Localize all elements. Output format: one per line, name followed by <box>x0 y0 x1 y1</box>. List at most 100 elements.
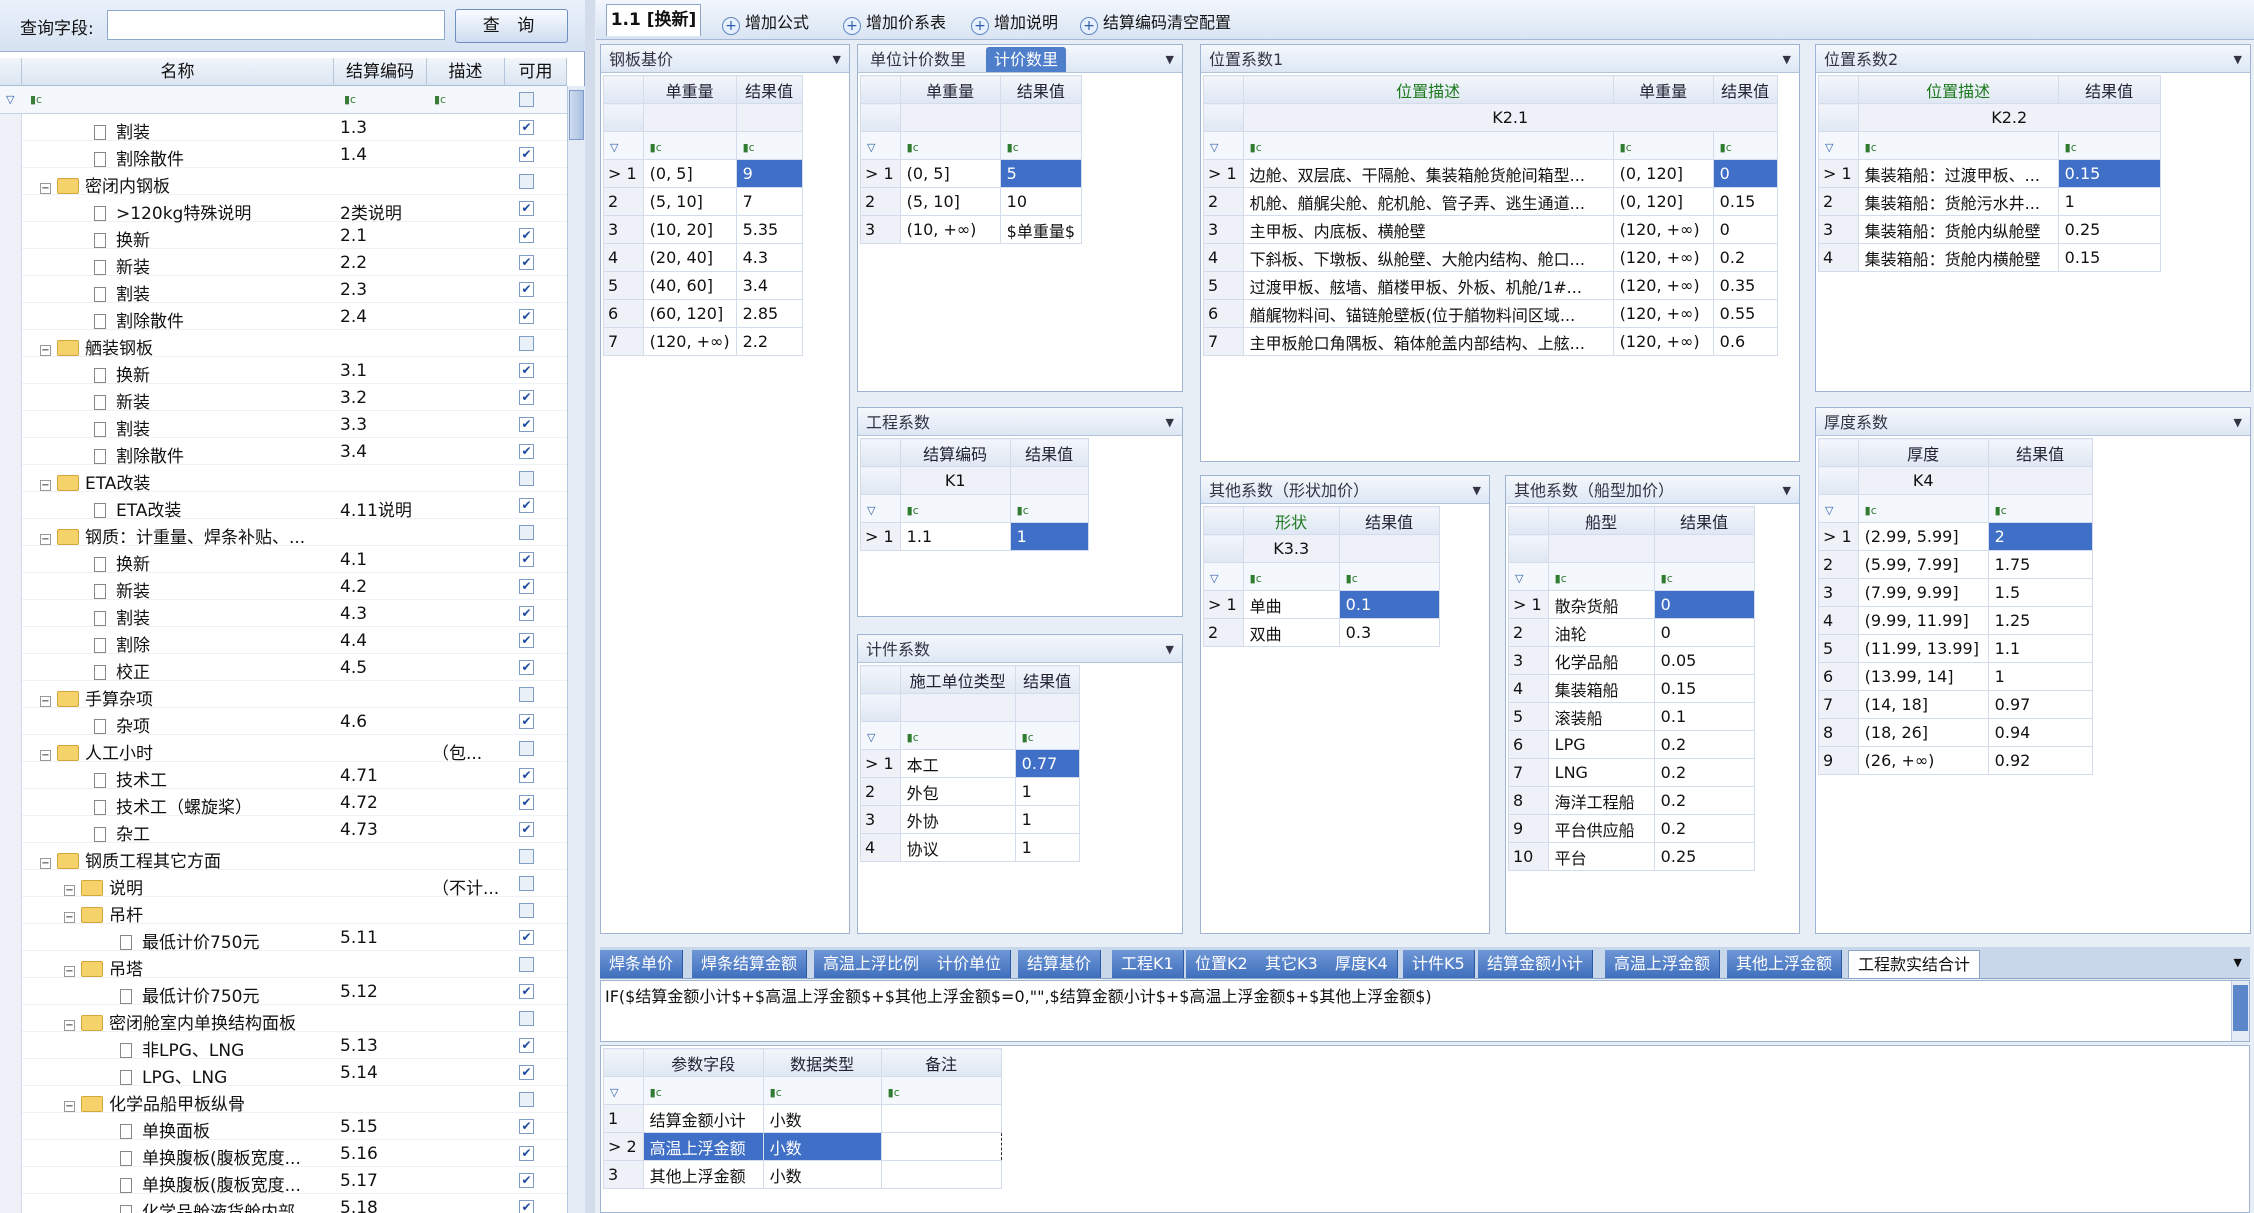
filter-cell[interactable]: ▮c <box>999 131 1083 160</box>
enabled-checkbox[interactable] <box>519 849 534 864</box>
grid-cell[interactable]: (11.99, 13.99] <box>1857 634 1989 663</box>
tree-node-name[interactable]: 割除散件 <box>94 442 184 467</box>
column-header[interactable]: 结果值 <box>1653 506 1755 535</box>
grid-row[interactable]: 7 主甲板舱口角隅板、箱体舱盖内部结构、上舷... (120, +∞) 0.6 <box>1203 327 1778 356</box>
grid-cell[interactable]: 0.77 <box>1014 749 1080 778</box>
grid-row[interactable]: 6 艏艉物料间、锚链舱壁板(位于艏物料间区域... (120, +∞) 0.55 <box>1203 299 1778 328</box>
grid-row[interactable]: 4 集装箱船：货舱内横舱壁 0.15 <box>1818 243 2161 272</box>
grid-cell[interactable]: 1.1 <box>899 522 1011 551</box>
tree-node-name[interactable]: 杂工 <box>94 820 150 845</box>
grid-row[interactable]: 4 下斜板、下墩板、纵舱壁、大舱内结构、舱口... (120, +∞) 0.2 <box>1203 243 1778 272</box>
tree-row[interactable]: 新装 4.2 ✔ <box>0 573 567 602</box>
grid-row[interactable]: 9 (26, +∞) 0.92 <box>1818 746 2093 775</box>
grid-row[interactable]: 1 结算金额小计 小数 <box>603 1104 1002 1133</box>
grid-row[interactable]: 6 LPG 0.2 <box>1508 730 1755 759</box>
grid-row[interactable]: > 2 高温上浮金额 小数 <box>603 1132 1002 1161</box>
filter-cell[interactable]: ▮c <box>1242 562 1340 591</box>
grid-cell[interactable]: 其他上浮金额 <box>642 1160 764 1189</box>
grid-row[interactable]: 8 (18, 26] 0.94 <box>1818 718 2093 747</box>
grid-row[interactable]: > 1 (0, 5] 9 <box>603 159 803 188</box>
enabled-checkbox[interactable] <box>519 336 534 351</box>
grid-cell[interactable]: 主甲板、内底板、横舱壁 <box>1242 215 1614 244</box>
tree-row[interactable]: 单换面板 5.15 ✔ <box>0 1113 567 1142</box>
tab-current-item[interactable]: 1.1 [换新] <box>606 4 701 36</box>
enabled-checkbox[interactable]: ✔ <box>519 498 534 513</box>
tree-row[interactable]: 非LPG、LNG 5.13 ✔ <box>0 1032 567 1061</box>
filter-cell[interactable]: ▮c <box>1857 131 2059 160</box>
tree-row[interactable]: 割除散件 2.4 ✔ <box>0 303 567 332</box>
grid-row[interactable]: > 1 (0, 5] 5 <box>860 159 1083 188</box>
enabled-checkbox[interactable]: ✔ <box>519 228 534 243</box>
bottom-tab[interactable]: 计件K5 <box>1403 950 1475 978</box>
grid-row[interactable]: 3 其他上浮金额 小数 <box>603 1160 1002 1189</box>
grid-cell[interactable]: 2.2 <box>735 327 803 356</box>
column-header[interactable]: 结果值 <box>2057 75 2161 104</box>
tree-row[interactable]: ETA改装 4.11说明 ✔ <box>0 492 567 521</box>
tree-node-name[interactable]: 割除散件 <box>94 145 184 170</box>
collapse-toggle-icon[interactable]: − <box>40 750 51 761</box>
grid-cell[interactable]: 0 <box>1653 618 1755 647</box>
column-header[interactable]: 结果值 <box>1338 506 1440 535</box>
tree-node-name[interactable]: 化学品舱液货舱内部... <box>120 1198 311 1213</box>
filter-icon[interactable]: ▽ <box>1818 494 1859 523</box>
enabled-checkbox[interactable]: ✔ <box>519 417 534 432</box>
grid-cell[interactable]: (0, 120] <box>1612 187 1714 216</box>
grid-cell[interactable]: 下斜板、下墩板、纵舱壁、大舱内结构、舱口... <box>1242 243 1614 272</box>
grid-cell[interactable]: 3.4 <box>735 271 803 300</box>
grid-row[interactable]: 9 平台供应船 0.2 <box>1508 814 1755 843</box>
grid-cell[interactable]: 小数 <box>762 1132 882 1161</box>
add-price-table-button[interactable]: + 增加价系表 <box>843 9 946 35</box>
tree-node-name[interactable]: − 舾装钢板 <box>40 334 153 359</box>
grid-cell[interactable]: 1 <box>1987 662 2093 691</box>
collapse-toggle-icon[interactable]: − <box>40 480 51 491</box>
grid-cell[interactable]: (120, +∞) <box>1612 299 1714 328</box>
tree-row[interactable]: 技术工（螺旋桨） 4.72 ✔ <box>0 789 567 818</box>
filter-cell-icon[interactable]: ▮c <box>30 93 42 106</box>
grid-cell[interactable]: 双曲 <box>1242 618 1340 647</box>
grid-cell[interactable]: 集装箱船 <box>1547 674 1655 703</box>
column-header[interactable]: 单重量 <box>899 75 1001 104</box>
grid-cell[interactable]: 4.3 <box>735 243 803 272</box>
grid-cell[interactable]: 1.5 <box>1987 578 2093 607</box>
enabled-checkbox[interactable]: ✔ <box>519 120 534 135</box>
grid-cell[interactable]: 集装箱船：过渡甲板、... <box>1857 159 2059 188</box>
filter-checkbox[interactable] <box>519 92 534 107</box>
chevron-down-icon[interactable]: ▼ <box>1473 484 1481 497</box>
column-header[interactable]: 结果值 <box>1712 75 1778 104</box>
formula-text[interactable]: IF($结算金额小计$+$高温上浮金额$+$其他上浮金额$=0,"",$结算金额… <box>605 983 1432 1007</box>
tree-row[interactable]: 最低计价750元 5.12 ✔ <box>0 978 567 1007</box>
filter-cell[interactable]: ▮c <box>899 721 1016 750</box>
tree-row[interactable]: − 密闭舱室内单换结构面板 <box>0 1005 567 1034</box>
enabled-checkbox[interactable] <box>519 957 534 972</box>
grid-row[interactable]: 7 LNG 0.2 <box>1508 758 1755 787</box>
tree-node-name[interactable]: 单换腹板(腹板宽度... <box>120 1171 301 1196</box>
tree-node-name[interactable]: 单换腹板(腹板宽度... <box>120 1144 301 1169</box>
filter-cell[interactable]: ▮c <box>1987 494 2093 523</box>
col-enabled-header[interactable]: 可用 <box>505 58 567 86</box>
col-name-header[interactable]: 名称 <box>22 58 334 86</box>
grid-row[interactable]: > 1 集装箱船：过渡甲板、... 0.15 <box>1818 159 2161 188</box>
grid-cell[interactable]: (5, 10] <box>899 187 1001 216</box>
bottom-tab[interactable]: 工程款实结合计 <box>1848 950 1981 978</box>
grid-cell[interactable]: 0.3 <box>1338 618 1440 647</box>
chevron-down-icon[interactable]: ▼ <box>1166 416 1174 429</box>
grid-row[interactable]: 4 (9.99, 11.99] 1.25 <box>1818 606 2093 635</box>
grid-row[interactable]: 8 海洋工程船 0.2 <box>1508 786 1755 815</box>
grid-row[interactable]: > 1 散杂货船 0 <box>1508 590 1755 619</box>
grid-row[interactable]: 7 (14, 18] 0.97 <box>1818 690 2093 719</box>
col-code-header[interactable]: 结算编码 <box>334 58 427 86</box>
grid-cell[interactable]: (5.99, 7.99] <box>1857 550 1989 579</box>
filter-cell[interactable]: ▮c <box>1014 721 1080 750</box>
grid-cell[interactable]: 5 <box>999 159 1083 188</box>
chevron-down-icon[interactable]: ▼ <box>1166 643 1174 656</box>
filter-cell[interactable]: ▮c <box>762 1076 882 1105</box>
column-header[interactable]: 船型 <box>1547 506 1655 535</box>
enabled-checkbox[interactable]: ✔ <box>519 363 534 378</box>
tree-node-name[interactable]: − 化学品船甲板纵骨 <box>64 1090 245 1115</box>
formula-editor[interactable]: IF($结算金额小计$+$高温上浮金额$+$其他上浮金额$=0,"",$结算金额… <box>600 980 2250 1042</box>
grid-cell[interactable]: 0.05 <box>1653 646 1755 675</box>
grid-row[interactable]: > 1 1.1 1 <box>860 522 1089 551</box>
column-header[interactable]: 施工单位类型 <box>899 665 1016 694</box>
filter-icon[interactable]: ▽ <box>603 131 644 160</box>
grid-cell[interactable]: 0.15 <box>1712 187 1778 216</box>
